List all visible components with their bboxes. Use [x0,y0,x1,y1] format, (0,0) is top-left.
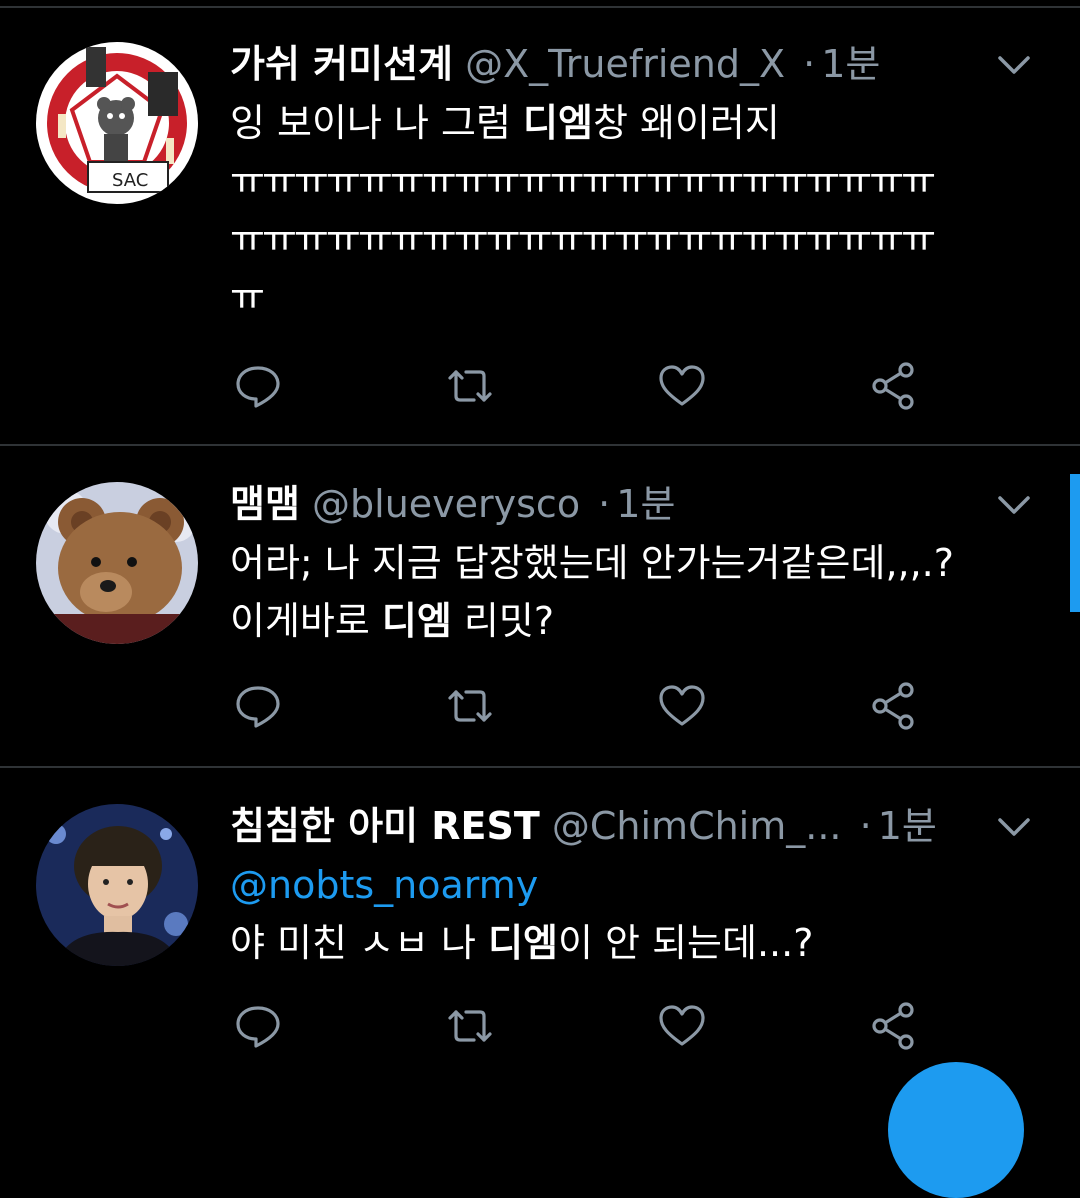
tweet-text-line: ㅠ [230,275,265,319]
separator-dot: · [598,482,611,526]
tweet-actions [230,358,950,414]
tweet-content: 가쉬 커미션계 @X_Truefriend_X · 1분 잉 보이나 나 그럼 디… [230,34,1040,326]
tweet-text-highlight: 디엠 [488,921,558,965]
tweet-text-segment: 리밋? [451,599,555,643]
chevron-down-icon[interactable] [994,44,1034,84]
reply-icon [236,686,280,728]
tweet-text-line: ㅠㅠㅠㅠㅠㅠㅠㅠㅠㅠㅠㅠㅠㅠㅠㅠㅠㅠㅠㅠㅠㅠ [230,217,936,261]
user-handle[interactable]: @X_Truefriend_X [465,42,785,86]
tweet-text-line: 어라; 나 지금 답장했는데 안가는거같은데,,,.? [230,541,954,585]
timestamp[interactable]: 1분 [878,804,937,848]
share-icon [872,682,914,730]
share-icon [872,362,914,410]
chevron-down-icon[interactable] [994,484,1034,524]
retweet-button[interactable] [442,358,498,414]
retweet-icon [448,1010,492,1042]
tweet-text-highlight: 디엠 [381,599,452,643]
user-handle[interactable]: @blueverysco [312,482,580,526]
tweet-content: 맴맴 @blueverysco · 1분 어라; 나 지금 답장했는데 안가는거같… [230,474,1040,650]
display-name[interactable]: 가쉬 커미션계 [230,42,453,86]
compose-tweet-button[interactable] [888,1062,1024,1198]
like-button[interactable] [654,678,710,734]
user-handle[interactable]: @ChimChim_... [552,804,842,848]
timestamp[interactable]: 1분 [616,482,675,526]
reply-icon [236,1006,280,1048]
tweet-content: 침침한 아미 REST @ChimChim_... · 1분 @nobts_noa… [230,796,1040,972]
share-icon [872,1002,914,1050]
tweet-1[interactable]: SAC 가쉬 커미션계 @X_Truefriend_X · 1분 잉 보이나 나 … [0,8,1080,446]
tweet-actions [230,998,950,1054]
tweet-text: 이게바로 디엠 리밋? [230,592,1040,650]
reply-button[interactable] [230,678,286,734]
svg-text:SAC: SAC [112,170,148,191]
like-icon [659,365,705,406]
retweet-button[interactable] [442,678,498,734]
like-button[interactable] [654,358,710,414]
like-button[interactable] [654,998,710,1054]
tweet-text-segment: 야 미친 ㅅㅂ 나 [230,921,489,965]
like-icon [659,1005,705,1046]
separator-dot: · [803,42,816,86]
tweet-text-segment: 창 왜이러지 [592,101,780,145]
share-button[interactable] [866,998,922,1054]
tweet-header: 가쉬 커미션계 @X_Truefriend_X · 1분 [230,34,1040,94]
tweet-text-segment: 이게바로 [230,599,382,643]
tweet-3[interactable]: 침침한 아미 REST @ChimChim_... · 1분 @nobts_noa… [0,768,1080,1084]
tweet-text-highlight: 디엠 [523,101,593,145]
retweet-button[interactable] [442,998,498,1054]
reply-button[interactable] [230,358,286,414]
teddy-bear-avatar-icon [36,482,198,644]
mention-link[interactable]: @nobts_noarmy [230,856,1040,914]
avatar[interactable] [36,804,198,966]
chevron-down-icon[interactable] [994,806,1034,846]
tweet-2[interactable]: 맴맴 @blueverysco · 1분 어라; 나 지금 답장했는데 안가는거같… [0,446,1080,768]
tweet-text: 야 미친 ㅅㅂ 나 디엠이 안 되는데...? [230,914,1040,972]
avatar[interactable]: SAC [36,42,198,204]
tweet-text-segment: 이 안 되는데...? [558,921,814,965]
separator-dot: · [859,804,872,848]
bear-pentagram-avatar-icon: SAC [36,42,198,204]
like-icon [659,685,705,726]
avatar[interactable] [36,482,198,644]
share-button[interactable] [866,678,922,734]
scroll-indicator[interactable] [1070,474,1080,612]
tweet-header: 맴맴 @blueverysco · 1분 [230,474,1040,534]
share-button[interactable] [866,358,922,414]
tweet-text: 잉 보이나 나 그럼 디엠창 왜이러지 [230,94,1040,152]
timestamp[interactable]: 1분 [821,42,880,86]
tweet-header: 침침한 아미 REST @ChimChim_... · 1분 [230,796,1040,856]
person-portrait-avatar-icon [36,804,198,966]
tweet-text-line: ㅠㅠㅠㅠㅠㅠㅠㅠㅠㅠㅠㅠㅠㅠㅠㅠㅠㅠㅠㅠㅠㅠ [230,159,936,203]
retweet-icon [448,370,492,402]
reply-icon [236,366,280,408]
reply-button[interactable] [230,998,286,1054]
tweet-text-segment: 잉 보이나 나 그럼 [230,101,524,145]
display-name[interactable]: 침침한 아미 REST [230,804,540,848]
tweet-actions [230,678,950,734]
retweet-icon [448,690,492,722]
display-name[interactable]: 맴맴 [230,482,300,526]
